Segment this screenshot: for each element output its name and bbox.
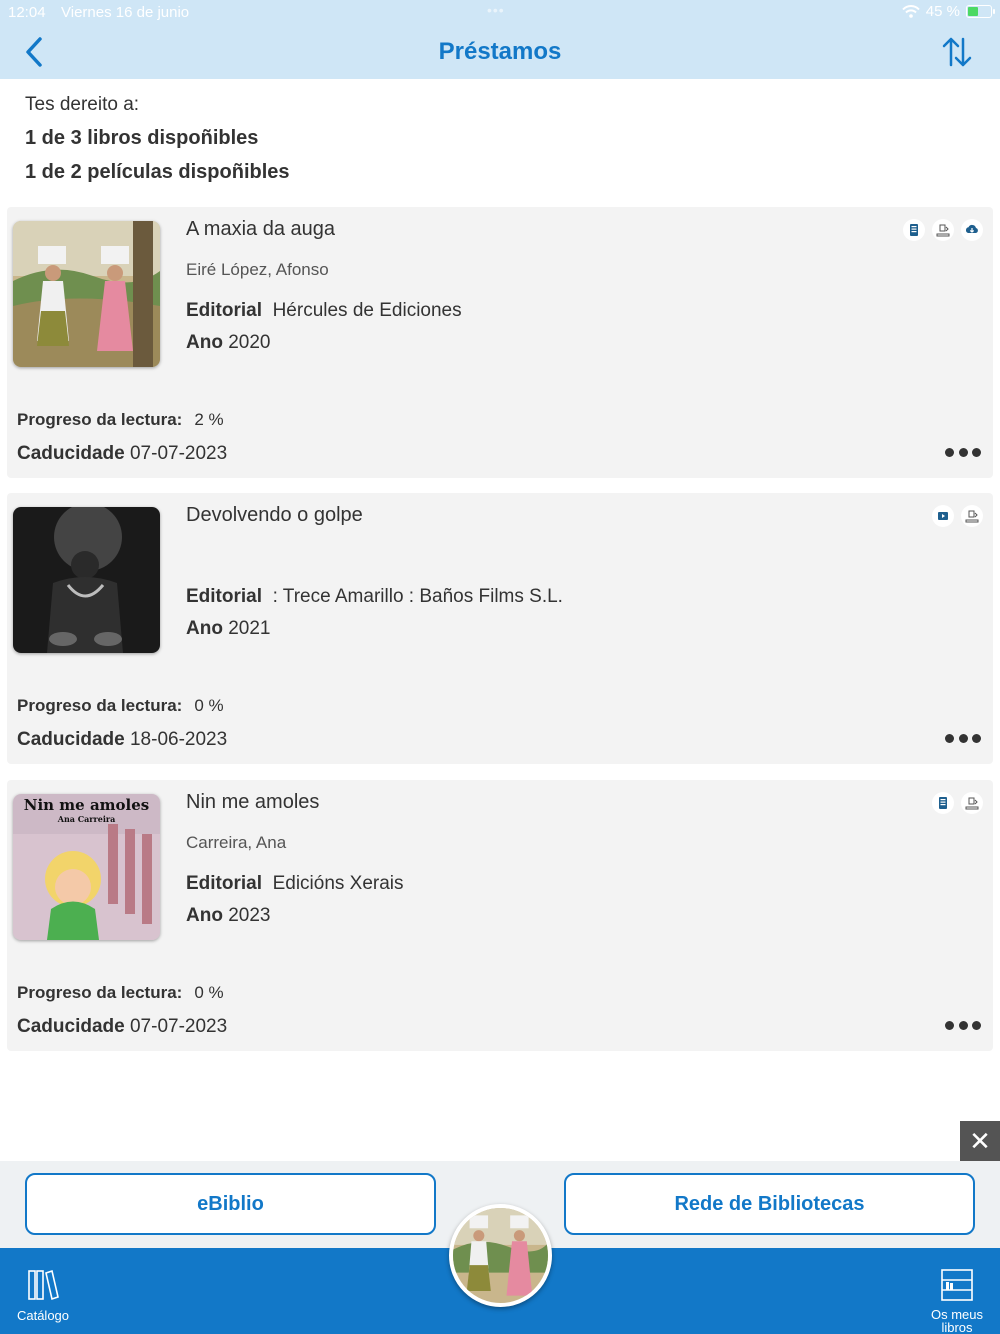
loan-actions [932, 792, 983, 814]
loan-card[interactable]: Devolvendo o golpe Editorial : Trece Ama… [7, 493, 993, 764]
editorial-label: Editorial [186, 873, 263, 894]
expiry-label: Caducidade [17, 729, 125, 750]
reading-progress: Progreso da lectura: 2 % [17, 410, 224, 430]
loan-year: Ano 2020 [186, 332, 271, 354]
editorial-value: : Trece Amarillo : Baños Films S.L. [272, 586, 563, 607]
books-icon [28, 1269, 59, 1301]
progress-value: 2 % [194, 410, 224, 429]
loan-year: Ano 2021 [186, 618, 271, 640]
loan-title[interactable]: Devolvendo o golpe [186, 504, 363, 527]
reading-progress: Progreso da lectura: 0 % [17, 983, 224, 1003]
ebook-icon[interactable] [903, 219, 925, 241]
loan-editorial: Editorial : Trece Amarillo : Baños Films… [186, 586, 563, 608]
cover-title-text: Nin me amoles [23, 796, 150, 814]
loan-expiry: Caducidade 07-07-2023 [17, 1016, 227, 1038]
progress-label: Progreso da lectura: [17, 983, 183, 1002]
current-reading-button[interactable] [449, 1204, 552, 1307]
year-label: Ano [186, 905, 223, 926]
film-cover-image[interactable] [13, 507, 160, 653]
book-cover-image[interactable] [13, 221, 160, 367]
loan-actions [932, 505, 983, 527]
loan-expiry: Caducidade 18-06-2023 [17, 729, 227, 751]
cover-author-text: Ana Carreira [57, 814, 116, 824]
expiry-value: 07-07-2023 [129, 443, 228, 464]
loan-card[interactable]: Nin me amoles Ana Carreira Nin me amoles… [7, 780, 993, 1051]
rights-films: 1 de 2 películas dispoñibles [25, 161, 290, 183]
loan-expiry: Caducidade 07-07-2023 [17, 443, 227, 465]
rights-books: 1 de 3 libros dispoñibles [25, 127, 259, 149]
more-options-button[interactable] [945, 1018, 981, 1032]
ebook-icon[interactable] [932, 792, 954, 814]
more-options-button[interactable] [945, 731, 981, 745]
editorial-label: Editorial [186, 586, 263, 607]
page-title: Préstamos [438, 38, 562, 65]
ebiblio-button[interactable]: eBiblio [25, 1173, 436, 1235]
progress-value: 0 % [194, 696, 224, 715]
year-label: Ano [186, 332, 223, 353]
loan-actions [903, 219, 983, 241]
battery-percent: 45 % [925, 3, 960, 20]
editorial-label: Editorial [186, 300, 263, 321]
loan-editorial: Editorial Edicións Xerais [186, 873, 404, 895]
bookshelf-icon [941, 1269, 973, 1301]
multitasking-dots-icon[interactable]: ••• [487, 2, 505, 18]
tab-my-books-label: Os meus libros [930, 1307, 983, 1334]
year-value: 2021 [228, 618, 271, 639]
progress-value: 0 % [194, 983, 224, 1002]
editorial-value: Hércules de Ediciones [272, 300, 462, 321]
status-date: Viernes 16 de junio [61, 4, 190, 21]
close-button[interactable]: ✕ [960, 1121, 1000, 1161]
status-bar: 12:04 Viernes 16 de junio ••• 45 % [0, 0, 1000, 24]
return-icon[interactable] [932, 219, 954, 241]
status-time: 12:04 [8, 4, 46, 21]
expiry-label: Caducidade [17, 1016, 125, 1037]
editorial-value: Edicións Xerais [272, 873, 404, 894]
loan-title[interactable]: A maxia da auga [186, 218, 335, 241]
expiry-label: Caducidade [17, 443, 125, 464]
return-icon[interactable] [961, 792, 983, 814]
book-cover-image[interactable]: Nin me amoles Ana Carreira [13, 794, 160, 940]
expiry-value: 07-07-2023 [129, 1016, 228, 1037]
year-label: Ano [186, 618, 223, 639]
library-network-button[interactable]: Rede de Bibliotecas [564, 1173, 975, 1235]
loan-card[interactable]: A maxia da auga Eiré López, Afonso Edito… [7, 207, 993, 478]
return-icon[interactable] [961, 505, 983, 527]
status-right: 45 % [902, 3, 995, 20]
tab-catalog-label: Catálogo [16, 1308, 70, 1323]
loan-title[interactable]: Nin me amoles [186, 791, 319, 814]
rights-intro: Tes dereito a: [25, 94, 140, 115]
sort-button[interactable] [940, 35, 974, 69]
video-icon[interactable] [932, 505, 954, 527]
tab-catalog[interactable]: Catálogo [12, 1268, 74, 1323]
reading-progress: Progreso da lectura: 0 % [17, 696, 224, 716]
more-options-button[interactable] [945, 445, 981, 459]
wifi-icon [902, 5, 920, 18]
year-value: 2023 [228, 905, 271, 926]
top-bar: 12:04 Viernes 16 de junio ••• 45 % Prést… [0, 0, 1000, 79]
loan-rights: Tes dereito a: 1 de 3 libros dispoñibles… [25, 94, 290, 184]
loan-author: Eiré López, Afonso [186, 260, 329, 279]
loan-author: Carreira, Ana [186, 833, 287, 852]
progress-label: Progreso da lectura: [17, 696, 183, 715]
expiry-value: 18-06-2023 [129, 729, 228, 750]
tab-my-books[interactable]: Os meus libros [924, 1268, 990, 1334]
progress-label: Progreso da lectura: [17, 410, 183, 429]
battery-icon [966, 5, 995, 18]
sort-arrows-icon [942, 37, 972, 67]
cloud-download-icon[interactable] [961, 219, 983, 241]
year-value: 2020 [228, 332, 271, 353]
loan-year: Ano 2023 [186, 905, 271, 927]
loan-editorial: Editorial Hércules de Ediciones [186, 300, 462, 322]
